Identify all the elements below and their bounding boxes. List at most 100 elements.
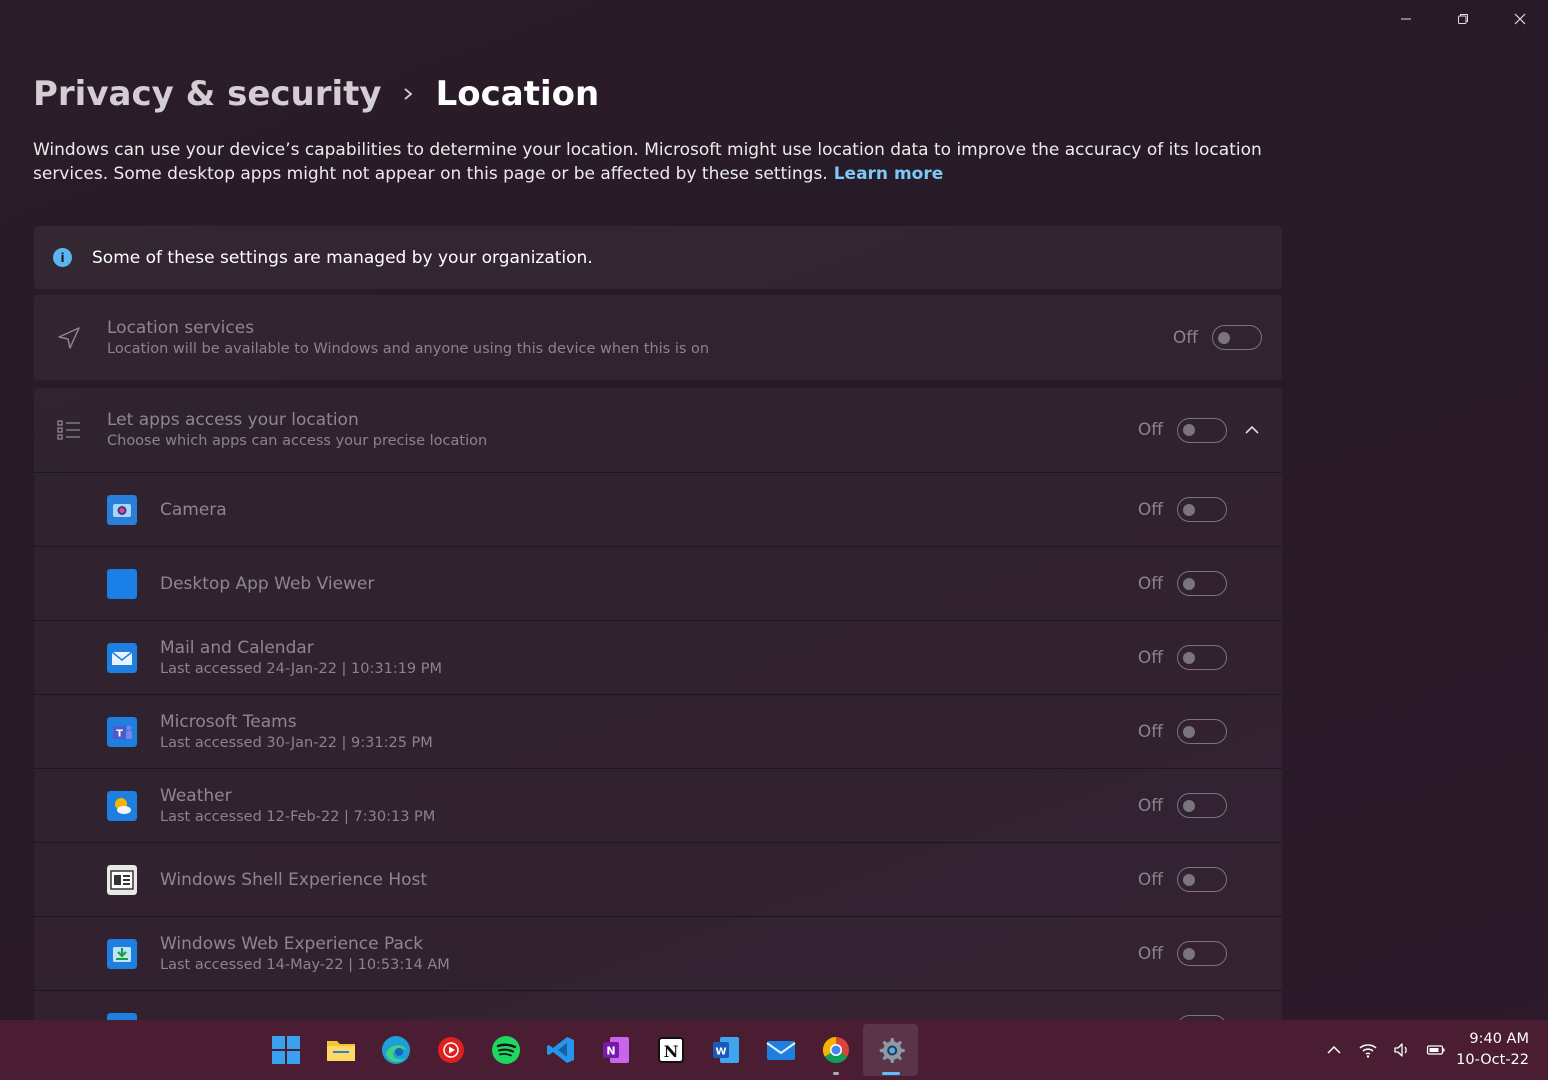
spotify-icon (491, 1036, 520, 1064)
location-services-state: Off (1172, 327, 1198, 348)
app-state: Off (1137, 499, 1163, 520)
svg-text:W: W (715, 1047, 726, 1058)
breadcrumb-parent[interactable]: Privacy & security (33, 74, 382, 114)
location-services-toggle[interactable] (1212, 325, 1262, 350)
app-row-camera: Camera Off (34, 473, 1282, 547)
description-text: Windows can use your device’s capabiliti… (33, 140, 1262, 184)
shell-host-icon (107, 864, 137, 895)
location-arrow-icon (55, 324, 83, 352)
mail-icon (107, 642, 137, 673)
taskbar-word[interactable]: W (698, 1024, 753, 1076)
active-indicator (881, 1072, 900, 1075)
taskbar-chrome[interactable] (808, 1024, 863, 1076)
apps-location-access-section: Let apps access your location Choose whi… (34, 388, 1282, 1020)
taskbar-vscode[interactable] (533, 1024, 588, 1076)
app-last-accessed: Last accessed 24-Jan-22 | 10:31:19 PM (160, 660, 443, 677)
location-services-subtitle: Location will be available to Windows an… (107, 340, 710, 357)
weather-location-toggle[interactable] (1177, 793, 1227, 818)
taskbar-clock[interactable]: 9:40 AM 10-Oct-22 (1456, 1029, 1529, 1071)
taskbar-edge[interactable] (368, 1024, 423, 1076)
breadcrumb: Privacy & security Location (33, 72, 599, 116)
chevron-up-icon[interactable] (1322, 1038, 1346, 1062)
taskbar-youtube-music[interactable] (423, 1024, 478, 1076)
taskbar-notion[interactable]: N (643, 1024, 698, 1076)
svg-text:N: N (606, 1045, 615, 1058)
taskbar: N N W 9:40 AM 10-Oct-22 (0, 1020, 1548, 1080)
youtube-music-icon (437, 1037, 464, 1063)
app-row-desktop-app-web-viewer: Desktop App Web Viewer Off (34, 547, 1282, 621)
volume-icon[interactable] (1390, 1038, 1414, 1062)
clock-date: 10-Oct-22 (1456, 1052, 1529, 1068)
managed-info-banner: i Some of these settings are managed by … (34, 226, 1282, 289)
list-icon (55, 416, 83, 444)
shell-host-location-toggle[interactable] (1177, 867, 1227, 892)
info-banner-text: Some of these settings are managed by yo… (92, 247, 593, 268)
apps-access-toggle[interactable] (1177, 417, 1227, 443)
mail-icon (765, 1041, 796, 1060)
gear-icon (879, 1038, 905, 1063)
page-title: Location (435, 74, 600, 114)
location-services-title: Location services (107, 317, 255, 338)
taskbar-spotify[interactable] (478, 1024, 533, 1076)
app-name: Camera (160, 499, 227, 520)
app-name: Weather (160, 785, 232, 806)
restore-icon (1457, 14, 1468, 24)
web-viewer-location-toggle[interactable] (1177, 571, 1227, 596)
word-icon: W (712, 1037, 739, 1063)
taskbar-file-explorer[interactable] (313, 1024, 368, 1076)
app-state: Off (1137, 869, 1163, 890)
mail-location-toggle[interactable] (1177, 645, 1227, 670)
app-row-windows-web-experience-pack: Windows Web Experience Pack Last accesse… (34, 917, 1282, 991)
web-experience-pack-icon (107, 938, 137, 969)
taskbar-mail[interactable] (753, 1024, 808, 1076)
notion-icon: N (657, 1037, 684, 1063)
app-row-weather: Weather Last accessed 12-Feb-22 | 7:30:1… (34, 769, 1282, 843)
app-state: Off (1137, 795, 1163, 816)
apps-access-subtitle: Choose which apps can access your precis… (107, 433, 488, 449)
camera-location-toggle[interactable] (1177, 497, 1227, 522)
svg-text:T: T (116, 728, 123, 739)
minimize-button[interactable] (1377, 0, 1434, 38)
chevron-up-icon[interactable] (1244, 422, 1260, 438)
app-name: Windows Web Experience Pack (160, 933, 424, 954)
taskbar-settings[interactable] (863, 1024, 918, 1076)
system-tray (1322, 1020, 1448, 1080)
running-indicator (832, 1072, 839, 1075)
clock-time: 9:40 AM (1469, 1031, 1529, 1047)
minimize-icon (1400, 18, 1411, 20)
teams-location-toggle[interactable] (1177, 719, 1227, 744)
close-icon (1514, 13, 1525, 25)
svg-text:N: N (663, 1042, 678, 1061)
close-button[interactable] (1491, 0, 1548, 38)
chrome-icon (822, 1036, 849, 1064)
learn-more-link[interactable]: Learn more (834, 164, 944, 184)
taskbar-apps: N N W (258, 1024, 918, 1076)
apps-access-state: Off (1137, 420, 1163, 440)
weather-icon (107, 790, 137, 821)
app-last-accessed: Last accessed 30-Jan-22 | 9:31:25 PM (160, 734, 433, 751)
taskbar-onenote[interactable]: N (588, 1024, 643, 1076)
edge-icon (381, 1036, 410, 1064)
partial-app-icon (107, 1012, 137, 1020)
web-viewer-icon (107, 568, 137, 599)
wifi-icon[interactable] (1356, 1038, 1380, 1062)
app-last-accessed: Last accessed 14-May-22 | 10:53:14 AM (160, 956, 450, 973)
app-state: Off (1137, 721, 1163, 742)
teams-icon: T (107, 716, 137, 747)
app-state: Off (1137, 943, 1163, 964)
app-name: Windows Shell Experience Host (160, 869, 428, 890)
windows-start-icon (271, 1036, 300, 1064)
web-experience-location-toggle[interactable] (1177, 941, 1227, 966)
app-row-partial (34, 991, 1282, 1020)
chevron-right-icon (402, 86, 414, 102)
app-name: Microsoft Teams (160, 711, 297, 732)
app-row-microsoft-teams: T Microsoft Teams Last accessed 30-Jan-2… (34, 695, 1282, 769)
apps-access-title: Let apps access your location (107, 410, 359, 430)
location-services-setting: Location services Location will be avail… (34, 295, 1282, 380)
battery-icon[interactable] (1424, 1038, 1448, 1062)
app-row-mail-and-calendar: Mail and Calendar Last accessed 24-Jan-2… (34, 621, 1282, 695)
window-controls (1377, 0, 1548, 38)
start-button[interactable] (258, 1024, 313, 1076)
let-apps-access-setting[interactable]: Let apps access your location Choose whi… (34, 388, 1282, 473)
restore-button[interactable] (1434, 0, 1491, 38)
